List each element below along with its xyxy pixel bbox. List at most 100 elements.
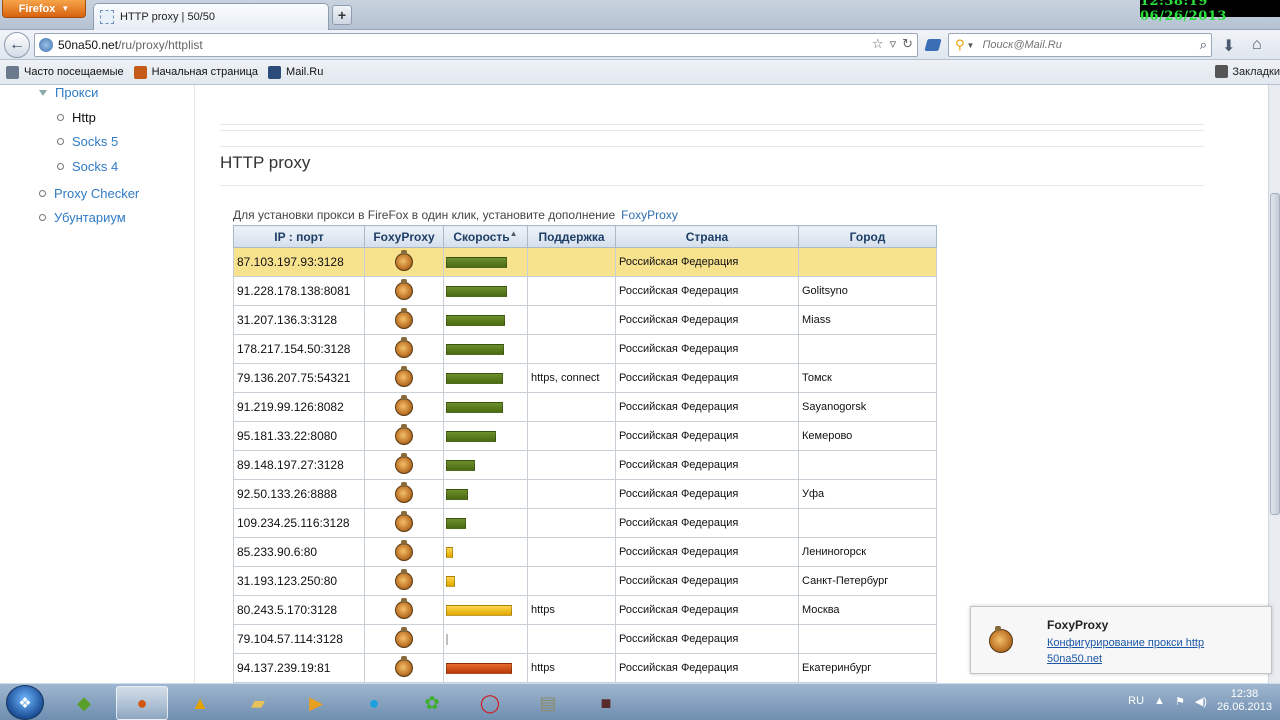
table-row[interactable]: 79.136.207.75:54321 https, connect Российс… — [233, 363, 937, 393]
table-row[interactable]: 92.50.133.26:8888 Российская Федерация Уфа — [233, 479, 937, 509]
cell-foxyproxy[interactable] — [364, 566, 444, 596]
cell-foxyproxy[interactable] — [364, 363, 444, 393]
cell-ip[interactable]: 85.233.90.6:80 — [233, 537, 365, 567]
taskbar-clock[interactable]: 12:38 26.06.2013 — [1217, 688, 1272, 714]
volume-icon[interactable]: ◀) — [1195, 695, 1207, 708]
table-row[interactable]: 31.193.123.250:80 Российская Федерация Сан… — [233, 566, 937, 596]
cell-ip[interactable]: 79.136.207.75:54321 — [233, 363, 365, 393]
notification-link[interactable]: Конфигурирование прокси http 50na50.net — [1047, 635, 1247, 667]
bookmark-item[interactable]: Часто посещаемые — [6, 65, 124, 79]
taskbar-app-10[interactable]: ■ — [580, 686, 632, 720]
foxyproxy-icon[interactable] — [395, 337, 413, 358]
chevron-down-icon[interactable]: ▼ — [967, 41, 975, 50]
foxyproxy-icon[interactable] — [395, 540, 413, 561]
cell-foxyproxy[interactable] — [364, 595, 444, 625]
column-header-city[interactable]: Город — [798, 225, 937, 248]
cell-foxyproxy[interactable] — [364, 421, 444, 451]
cell-ip[interactable]: 92.50.133.26:8888 — [233, 479, 365, 509]
foxyproxy-icon[interactable] — [395, 598, 413, 619]
cell-foxyproxy[interactable] — [364, 334, 444, 364]
cell-foxyproxy[interactable] — [364, 537, 444, 567]
cell-foxyproxy[interactable] — [364, 479, 444, 509]
cell-ip[interactable]: 80.243.5.170:3128 — [233, 595, 365, 625]
bookmark-item[interactable]: Mail.Ru — [268, 65, 323, 79]
column-header-foxyproxy[interactable]: FoxyProxy — [364, 225, 444, 248]
table-row[interactable]: 109.234.25.116:3128 Российская Федерация — [233, 508, 937, 538]
taskbar-media[interactable]: ▶ — [290, 686, 342, 720]
sidebar-item-http[interactable]: Http — [57, 110, 96, 125]
foxyproxy-icon[interactable] — [395, 279, 413, 300]
flag-icon[interactable]: ⚑ — [1175, 695, 1185, 708]
table-row[interactable]: 80.243.5.170:3128 https Российская Федерац… — [233, 595, 937, 625]
table-row[interactable]: 91.228.178.138:8081 Российская Федерация G… — [233, 276, 937, 306]
bookmark-item[interactable]: Начальная страница — [133, 65, 258, 79]
taskbar-app-9[interactable]: ▤ — [522, 686, 574, 720]
cell-foxyproxy[interactable] — [364, 624, 444, 654]
foxyproxy-link[interactable]: FoxyProxy — [621, 208, 678, 222]
cell-ip[interactable]: 87.103.197.93:3128 — [233, 247, 365, 277]
home-icon[interactable]: ⌂ — [1252, 36, 1262, 54]
table-row[interactable]: 87.103.197.93:3128 Российская Федерация — [233, 247, 937, 277]
column-header-speed[interactable]: Скорость▲ — [443, 225, 528, 248]
site-identity-icon[interactable] — [39, 38, 53, 52]
table-row[interactable]: 95.181.33.22:8080 Российская Федерация Кем… — [233, 421, 937, 451]
table-row[interactable]: 31.207.136.3:3128 Российская Федерация Mia… — [233, 305, 937, 335]
foxyproxy-icon[interactable] — [395, 424, 413, 445]
vertical-scrollbar[interactable] — [1268, 85, 1280, 683]
column-header-support[interactable]: Поддержка — [527, 225, 616, 248]
foxyproxy-notification[interactable]: FoxyProxy Конфигурирование прокси http 5… — [970, 606, 1272, 674]
back-button[interactable]: ← — [4, 32, 30, 58]
cell-ip[interactable]: 109.234.25.116:3128 — [233, 508, 365, 538]
tab-http-proxy[interactable]: HTTP proxy | 50/50 — [93, 3, 329, 30]
sidebar-item-socks4[interactable]: Socks 4 — [57, 159, 118, 174]
table-row[interactable]: 85.233.90.6:80 Российская Федерация Ленино… — [233, 537, 937, 567]
cell-ip[interactable]: 95.181.33.22:8080 — [233, 421, 365, 451]
taskbar-icq[interactable]: ✿ — [406, 686, 458, 720]
table-row[interactable]: 94.137.239.19:81 https Российская Федераци… — [233, 653, 937, 683]
cell-foxyproxy[interactable] — [364, 508, 444, 538]
cell-foxyproxy[interactable] — [364, 276, 444, 306]
table-row[interactable]: 79.104.57.114:3128 Российская Федерация — [233, 624, 937, 654]
cell-ip[interactable]: 89.148.197.27:3128 — [233, 450, 365, 480]
start-button[interactable]: ❖ — [6, 685, 44, 720]
cell-ip[interactable]: 91.219.99.126:8082 — [233, 392, 365, 422]
taskbar-opera[interactable]: ◯ — [464, 686, 516, 720]
cell-ip[interactable]: 94.137.239.19:81 — [233, 653, 365, 683]
sidebar-item-proxy-checker[interactable]: Proxy Checker — [39, 186, 139, 201]
cell-foxyproxy[interactable] — [364, 392, 444, 422]
cell-ip[interactable]: 31.193.123.250:80 — [233, 566, 365, 596]
language-indicator[interactable]: RU — [1128, 695, 1144, 707]
cell-foxyproxy[interactable] — [364, 305, 444, 335]
taskbar-firefox[interactable]: ● — [116, 686, 168, 720]
search-icon[interactable]: ⌕ — [1200, 37, 1207, 53]
taskbar-explorer[interactable]: ▰ — [232, 686, 284, 720]
foxyproxy-icon[interactable] — [395, 511, 413, 532]
foxyproxy-icon[interactable] — [395, 395, 413, 416]
cell-foxyproxy[interactable] — [364, 247, 444, 277]
cell-ip[interactable]: 31.207.136.3:3128 — [233, 305, 365, 335]
url-bar[interactable]: 50na50.net/ru/proxy/httplist ☆ ▿ ↻ — [34, 33, 918, 57]
table-row[interactable]: 89.148.197.27:3128 Российская Федерация — [233, 450, 937, 480]
reload-icon[interactable]: ↻ — [902, 36, 913, 52]
foxyproxy-icon[interactable] — [395, 366, 413, 387]
cell-ip[interactable]: 91.228.178.138:8081 — [233, 276, 365, 306]
foxyproxy-icon[interactable] — [395, 250, 413, 271]
tray-arrow-icon[interactable]: ▲ — [1154, 695, 1165, 707]
column-header-ip[interactable]: IP : порт — [233, 225, 365, 248]
taskbar-app-1[interactable]: ◆ — [58, 686, 110, 720]
taskbar-app-3[interactable]: ▲ — [174, 686, 226, 720]
table-row[interactable]: 91.219.99.126:8082 Российская Федерация Sa… — [233, 392, 937, 422]
taskbar-skype[interactable]: ● — [348, 686, 400, 720]
search-engine-icon[interactable]: ⚲ — [955, 37, 965, 53]
firefox-menu-button[interactable]: Firefox ▼ — [2, 0, 86, 18]
column-header-country[interactable]: Страна — [615, 225, 799, 248]
bookmarks-menu-button[interactable]: Закладки — [1215, 65, 1280, 78]
addon-toolbar-icon[interactable] — [924, 39, 942, 51]
cell-foxyproxy[interactable] — [364, 653, 444, 683]
search-input[interactable] — [982, 39, 1183, 51]
new-tab-button[interactable]: + — [332, 5, 352, 25]
star-icon[interactable]: ☆ — [872, 36, 884, 52]
dropdown-arrow-icon[interactable]: ▿ — [890, 36, 897, 52]
foxyproxy-icon[interactable] — [395, 656, 413, 677]
cell-ip[interactable]: 79.104.57.114:3128 — [233, 624, 365, 654]
